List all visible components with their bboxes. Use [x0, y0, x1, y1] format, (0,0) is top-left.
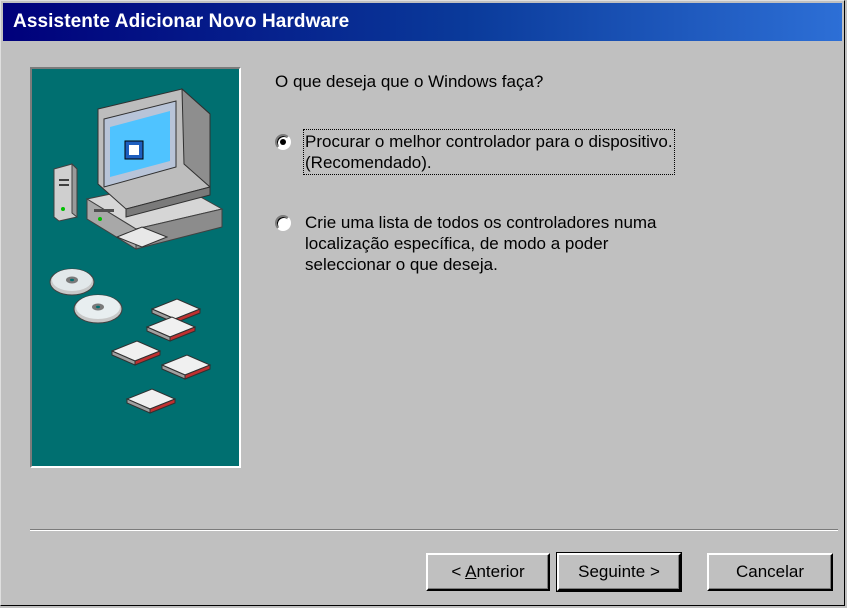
computer-icon — [53, 87, 224, 250]
title-bar[interactable]: Assistente Adicionar Novo Hardware — [3, 3, 842, 41]
wizard-question: O que deseja que o Windows faça? — [275, 72, 544, 91]
radio-search-best-driver[interactable] — [275, 134, 291, 150]
option-list-drivers-label[interactable]: Crie uma lista de todos os controladores… — [305, 212, 657, 275]
wizard-illustration — [30, 67, 241, 468]
button-separator — [30, 529, 838, 531]
cd-icon — [49, 268, 123, 324]
option-search-best-driver-label[interactable]: Procurar o melhor controlador para o dis… — [303, 129, 675, 175]
next-button[interactable]: Seguinte > — [556, 552, 682, 592]
option-search-best-driver[interactable]: Procurar o melhor controlador para o dis… — [275, 129, 675, 175]
floppy-disk-icon — [110, 298, 212, 414]
cancel-button[interactable]: Cancelar — [707, 553, 833, 591]
back-button[interactable]: < Anterior — [426, 553, 550, 591]
option-list-drivers[interactable]: Crie uma lista de todos os controladores… — [275, 212, 657, 275]
hardware-illustration — [49, 87, 224, 414]
radio-list-drivers[interactable] — [275, 215, 291, 231]
wizard-window: Assistente Adicionar Novo Hardware O que… — [0, 0, 845, 606]
window-title: Assistente Adicionar Novo Hardware — [13, 11, 350, 32]
